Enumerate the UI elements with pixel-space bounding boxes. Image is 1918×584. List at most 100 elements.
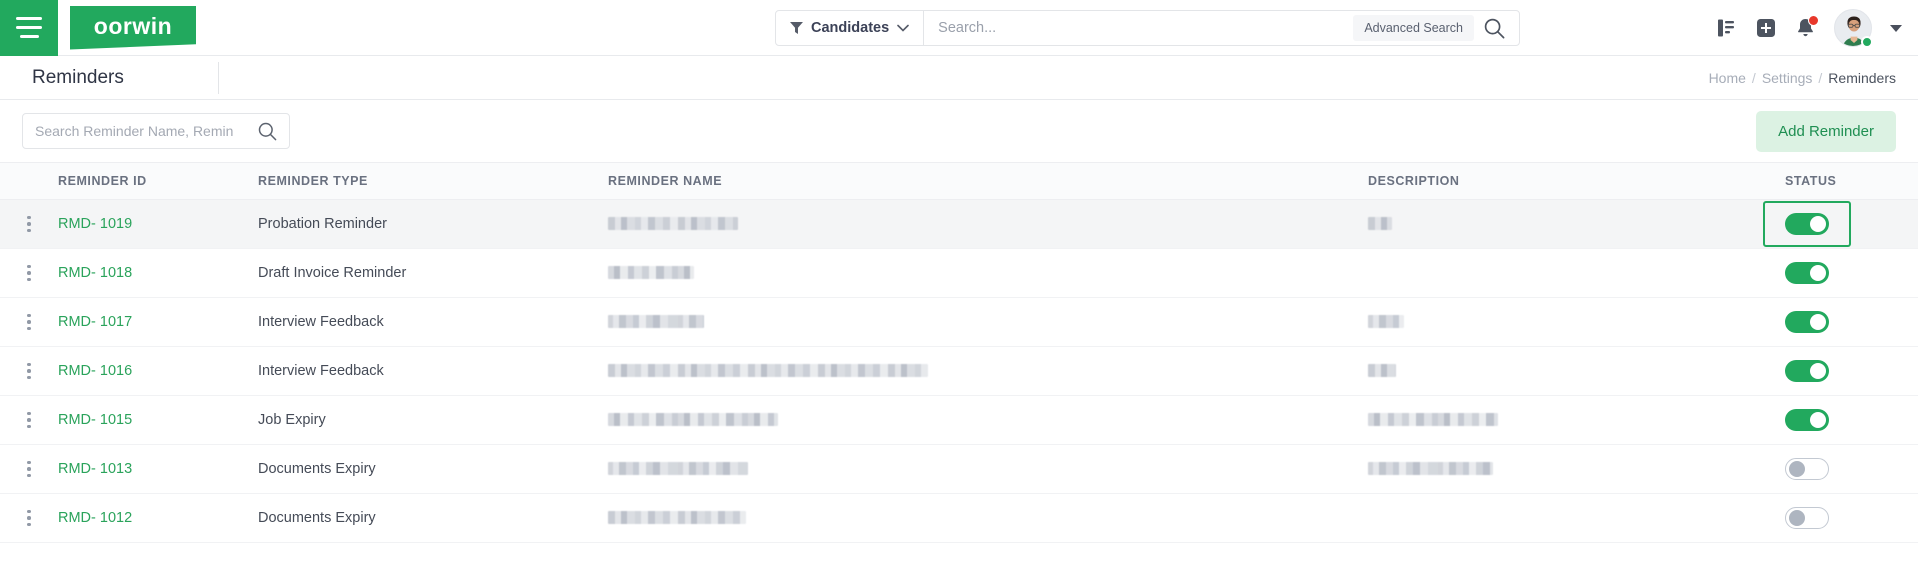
tasks-icon[interactable] — [1715, 17, 1737, 39]
status-toggle[interactable] — [1785, 458, 1829, 480]
description-redacted — [1368, 217, 1392, 231]
description-redacted — [1368, 462, 1493, 476]
more-options-icon[interactable] — [23, 310, 35, 335]
reminder-id-link[interactable]: RMD- 1019 — [58, 216, 132, 232]
status-toggle[interactable] — [1785, 507, 1829, 529]
reminder-type-text: Interview Feedback — [258, 363, 384, 379]
brand-name: oorwin — [93, 12, 173, 39]
table-header-reminder-type: REMINDER TYPE — [258, 174, 368, 188]
more-options-icon[interactable] — [23, 408, 35, 433]
row-menu-button[interactable] — [0, 261, 58, 286]
global-search-bar: Candidates Advanced Search — [775, 10, 1520, 46]
more-options-icon[interactable] — [23, 212, 35, 237]
description-redacted — [1368, 364, 1396, 378]
table-header-status: STATUS — [1785, 174, 1837, 188]
row-menu-button[interactable] — [0, 310, 58, 335]
search-submit-button[interactable] — [1478, 11, 1519, 45]
description-redacted — [1368, 413, 1498, 427]
reminder-type-text: Job Expiry — [258, 412, 326, 428]
online-status-dot — [1861, 36, 1873, 48]
more-options-icon[interactable] — [23, 457, 35, 482]
status-toggle[interactable] — [1785, 311, 1829, 333]
global-search-input[interactable] — [924, 11, 1354, 45]
top-bar-icons — [1715, 0, 1902, 56]
breadcrumb: Home / Settings / Reminders — [1709, 70, 1896, 86]
status-toggle[interactable] — [1785, 409, 1829, 431]
reminder-search-button[interactable] — [256, 122, 289, 141]
breadcrumb-home[interactable]: Home — [1709, 70, 1746, 86]
more-options-icon[interactable] — [23, 506, 35, 531]
toggle-knob — [1789, 510, 1805, 526]
notification-badge — [1808, 15, 1819, 26]
hamburger-icon[interactable] — [0, 0, 58, 56]
toggle-knob — [1789, 461, 1805, 477]
row-menu-button[interactable] — [0, 359, 58, 384]
reminder-name-redacted — [608, 413, 778, 427]
table-row[interactable]: RMD- 1015 Job Expiry — [0, 396, 1918, 445]
reminder-id-link[interactable]: RMD- 1016 — [58, 363, 132, 379]
module-select-label: Candidates — [811, 20, 890, 36]
row-menu-button[interactable] — [0, 212, 58, 237]
breadcrumb-current: Reminders — [1828, 69, 1896, 86]
more-options-icon[interactable] — [23, 359, 35, 384]
notifications-icon[interactable] — [1795, 15, 1819, 39]
reminder-type-text: Documents Expiry — [258, 510, 376, 526]
top-bar: oorwin Candidates Advanced Search — [0, 0, 1918, 56]
search-icon — [1484, 18, 1505, 38]
advanced-search-button[interactable]: Advanced Search — [1353, 15, 1474, 41]
reminder-id-link[interactable]: RMD- 1013 — [58, 461, 132, 477]
table-header-reminder-id: REMINDER ID — [58, 174, 147, 188]
table-row[interactable]: RMD- 1017 Interview Feedback — [0, 298, 1918, 347]
list-toolbar: Add Reminder — [0, 100, 1918, 162]
table-row[interactable]: RMD- 1016 Interview Feedback — [0, 347, 1918, 396]
reminder-type-text: Draft Invoice Reminder — [258, 265, 407, 281]
status-toggle[interactable] — [1785, 213, 1829, 235]
reminder-name-redacted — [608, 315, 704, 329]
table-header-reminder-name: REMINDER NAME — [608, 174, 723, 188]
table-row[interactable]: RMD- 1013 Documents Expiry — [0, 445, 1918, 494]
row-menu-button[interactable] — [0, 506, 58, 531]
reminder-type-text: Documents Expiry — [258, 461, 376, 477]
toggle-knob — [1810, 314, 1826, 330]
reminder-name-redacted — [608, 511, 746, 525]
reminder-name-redacted — [608, 217, 738, 231]
status-toggle[interactable] — [1785, 262, 1829, 284]
reminder-type-text: Interview Feedback — [258, 314, 384, 330]
reminders-table: REMINDER ID REMINDER TYPE REMINDER NAME … — [0, 162, 1918, 543]
profile-caret-down-icon[interactable] — [1890, 24, 1902, 32]
description-redacted — [1368, 315, 1404, 329]
avatar[interactable] — [1834, 9, 1873, 48]
table-header-row: REMINDER ID REMINDER TYPE REMINDER NAME … — [0, 162, 1918, 200]
app-logo[interactable]: oorwin — [70, 5, 196, 50]
breadcrumb-settings[interactable]: Settings — [1762, 70, 1813, 86]
toggle-knob — [1810, 412, 1826, 428]
toggle-knob — [1810, 363, 1826, 379]
row-menu-button[interactable] — [0, 457, 58, 482]
add-icon[interactable] — [1755, 17, 1777, 39]
reminder-name-redacted — [608, 266, 694, 280]
page-header: Reminders Home / Settings / Reminders — [0, 56, 1918, 100]
row-menu-button[interactable] — [0, 408, 58, 433]
table-row[interactable]: RMD- 1018 Draft Invoice Reminder — [0, 249, 1918, 298]
reminder-name-redacted — [608, 364, 928, 378]
reminder-id-link[interactable]: RMD- 1012 — [58, 510, 132, 526]
reminder-id-link[interactable]: RMD- 1015 — [58, 412, 132, 428]
status-toggle[interactable] — [1785, 360, 1829, 382]
add-reminder-button[interactable]: Add Reminder — [1756, 110, 1896, 152]
breadcrumb-separator: / — [1751, 69, 1756, 86]
table-body: RMD- 1019 Probation Reminder RMD- 1018 Draf… — [0, 200, 1918, 543]
table-row[interactable]: RMD- 1019 Probation Reminder — [0, 200, 1918, 249]
toggle-knob — [1810, 265, 1826, 281]
title-divider — [218, 62, 219, 94]
search-icon — [258, 122, 277, 140]
module-select[interactable]: Candidates — [776, 11, 925, 45]
table-row[interactable]: RMD- 1012 Documents Expiry — [0, 494, 1918, 543]
reminder-search — [22, 113, 290, 149]
reminder-id-link[interactable]: RMD- 1018 — [58, 265, 132, 281]
breadcrumb-separator: / — [1818, 69, 1823, 86]
toggle-knob — [1810, 216, 1826, 232]
more-options-icon[interactable] — [23, 261, 35, 286]
reminder-id-link[interactable]: RMD- 1017 — [58, 314, 132, 330]
reminder-search-input[interactable] — [23, 123, 256, 139]
filter-icon — [790, 22, 803, 34]
